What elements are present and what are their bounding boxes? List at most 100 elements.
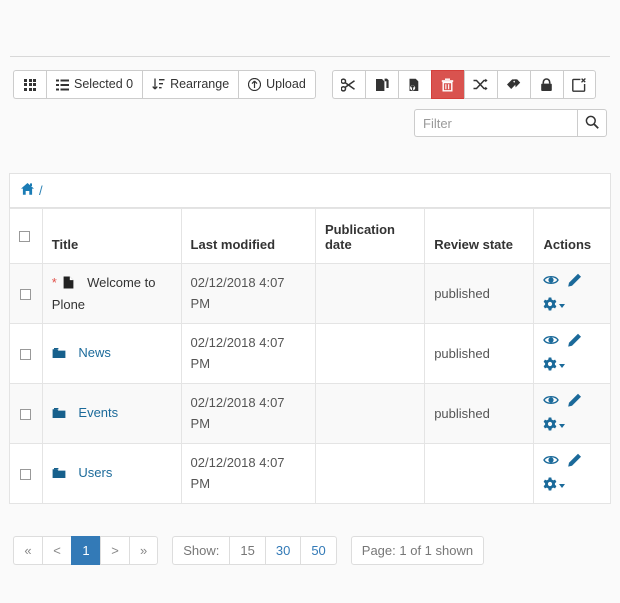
more-action[interactable]	[543, 417, 565, 434]
row-modified: 02/12/2018 4:07 PM	[181, 384, 315, 444]
upload-button[interactable]: Upload	[238, 70, 316, 99]
row-checkbox[interactable]	[20, 409, 31, 420]
row-title-cell: * Welcome to Plone	[42, 264, 181, 324]
tag-icon	[506, 78, 521, 91]
paste-icon	[408, 78, 422, 92]
rearrange-button-label: Rearrange	[170, 78, 229, 91]
folder-contents-page: Selected 0 Rearrange	[0, 0, 620, 603]
show-label: Show:	[172, 536, 229, 565]
row-actions	[543, 273, 601, 314]
home-icon[interactable]	[20, 182, 35, 199]
row-checkbox[interactable]	[20, 289, 31, 300]
document-icon	[63, 275, 74, 295]
page-size-15[interactable]: 15	[229, 536, 264, 565]
pencil-icon[interactable]	[567, 453, 582, 470]
chevron-down-icon	[559, 304, 565, 308]
upload-button-label: Upload	[266, 78, 306, 91]
rename-button[interactable]	[464, 70, 497, 99]
row-review-state: published	[425, 324, 534, 384]
trash-icon	[441, 78, 454, 92]
row-title[interactable]: Users	[78, 465, 112, 480]
pencil-icon[interactable]	[567, 333, 582, 350]
row-publication	[315, 264, 424, 324]
row-publication	[315, 384, 424, 444]
filter-group	[414, 109, 607, 137]
search-button[interactable]	[577, 109, 607, 137]
row-actions-cell	[534, 384, 611, 444]
shuffle-icon	[473, 78, 488, 91]
breadcrumb: /	[9, 173, 611, 208]
folder-icon	[52, 345, 66, 365]
page-size-30[interactable]: 30	[265, 536, 300, 565]
row-actions-cell	[534, 324, 611, 384]
pencil-icon[interactable]	[567, 393, 582, 410]
column-header-publication[interactable]: Publication date	[315, 209, 424, 264]
row-title[interactable]: Events	[78, 405, 118, 420]
chevron-down-icon	[559, 484, 565, 488]
column-header-modified[interactable]: Last modified	[181, 209, 315, 264]
upload-icon	[248, 78, 261, 91]
column-header-review[interactable]: Review state	[425, 209, 534, 264]
row-actions	[543, 453, 601, 494]
column-header-title[interactable]: Title	[42, 209, 181, 264]
last-page-button[interactable]: »	[129, 536, 158, 565]
row-checkbox[interactable]	[20, 349, 31, 360]
row-title[interactable]: News	[78, 345, 111, 360]
first-page-button[interactable]: «	[13, 536, 42, 565]
select-all-checkbox[interactable]	[19, 231, 30, 242]
prev-page-button[interactable]: <	[42, 536, 71, 565]
delete-button[interactable]	[431, 70, 464, 99]
row-title-cell: Users	[42, 444, 181, 504]
more-action[interactable]	[543, 357, 565, 374]
page-button-1[interactable]: 1	[71, 536, 100, 565]
row-review-state	[425, 444, 534, 504]
lock-icon	[540, 78, 553, 92]
list-icon	[56, 79, 69, 91]
row-actions-cell	[534, 264, 611, 324]
grid-view-button[interactable]	[13, 70, 46, 99]
selected-button-label: Selected 0	[74, 78, 133, 91]
row-actions	[543, 333, 601, 374]
page-nav-group: « < 1 > »	[13, 536, 158, 565]
selected-button[interactable]: Selected 0	[46, 70, 142, 99]
copy-button[interactable]	[365, 70, 398, 99]
row-modified: 02/12/2018 4:07 PM	[181, 444, 315, 504]
paste-button[interactable]	[398, 70, 431, 99]
state-button[interactable]	[530, 70, 563, 99]
breadcrumb-separator: /	[39, 183, 43, 198]
row-actions-cell	[534, 444, 611, 504]
toolbar-right-group	[332, 70, 596, 99]
page-size-50[interactable]: 50	[300, 536, 336, 565]
folder-icon	[52, 405, 66, 425]
sort-icon	[152, 78, 165, 91]
row-review-state: published	[425, 384, 534, 444]
toolbar: Selected 0 Rearrange	[13, 70, 596, 99]
rearrange-button[interactable]: Rearrange	[142, 70, 238, 99]
eye-icon[interactable]	[543, 334, 559, 349]
toolbar-left-group: Selected 0 Rearrange	[13, 70, 316, 99]
edit-square-icon	[572, 78, 586, 92]
next-page-button[interactable]: >	[100, 536, 129, 565]
row-checkbox[interactable]	[20, 469, 31, 480]
gear-icon	[543, 357, 557, 374]
eye-icon[interactable]	[543, 454, 559, 469]
more-action[interactable]	[543, 297, 565, 314]
scissors-icon	[341, 78, 356, 92]
contents-table: Title Last modified Publication date Rev…	[9, 208, 611, 504]
cut-button[interactable]	[332, 70, 365, 99]
pencil-icon[interactable]	[567, 273, 582, 290]
row-select-cell	[10, 384, 43, 444]
properties-button[interactable]	[563, 70, 596, 99]
table-row: * Welcome to Plone 02/12/2018 4:07 PM pu…	[10, 264, 611, 324]
tags-button[interactable]	[497, 70, 530, 99]
row-title-cell: News	[42, 324, 181, 384]
eye-icon[interactable]	[543, 274, 559, 289]
top-divider	[10, 56, 610, 57]
more-action[interactable]	[543, 477, 565, 494]
eye-icon[interactable]	[543, 394, 559, 409]
search-input[interactable]	[414, 109, 577, 137]
table-head: Title Last modified Publication date Rev…	[10, 209, 611, 264]
gear-icon	[543, 297, 557, 314]
pagination: « < 1 > » Show: 15 30 50 Page: 1 of 1 sh…	[13, 536, 484, 565]
row-publication	[315, 444, 424, 504]
